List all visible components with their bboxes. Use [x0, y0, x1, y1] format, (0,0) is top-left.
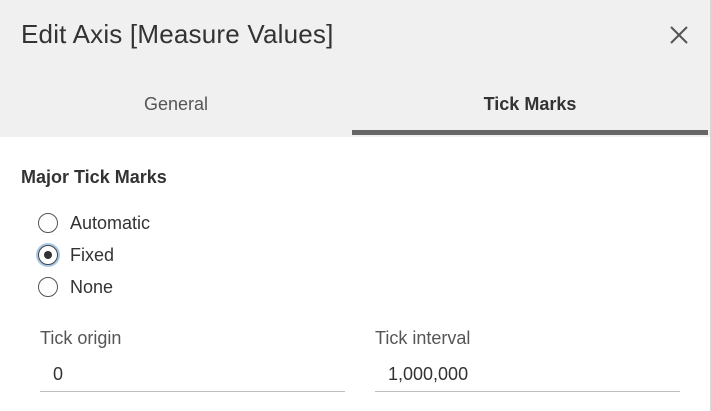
- radio-fixed[interactable]: Fixed: [38, 242, 114, 268]
- tick-interval-input[interactable]: [375, 358, 680, 392]
- tab-general-label: General: [143, 94, 209, 114]
- tab-general[interactable]: General: [0, 82, 352, 136]
- radio-automatic-circle[interactable]: [38, 213, 58, 233]
- dialog-header: Edit Axis [Measure Values] General Tick …: [0, 0, 710, 137]
- close-icon: [670, 26, 688, 44]
- tick-origin-input[interactable]: [40, 358, 345, 392]
- radio-fixed-label: Fixed: [70, 244, 115, 265]
- tick-origin-label: Tick origin: [40, 328, 122, 348]
- radio-none[interactable]: None: [38, 274, 113, 300]
- tab-tick-marks-label: Tick Marks: [483, 94, 577, 114]
- tab-tick-marks[interactable]: Tick Marks: [352, 82, 708, 136]
- tick-interval-label: Tick interval: [375, 328, 471, 348]
- radio-automatic-label: Automatic: [70, 212, 151, 233]
- edit-axis-dialog: Edit Axis [Measure Values] General Tick …: [0, 0, 711, 411]
- radio-none-label: None: [70, 276, 114, 297]
- active-tab-indicator: [352, 130, 708, 135]
- radio-automatic[interactable]: Automatic: [38, 210, 150, 236]
- close-button[interactable]: [666, 22, 692, 48]
- radio-none-circle[interactable]: [38, 277, 58, 297]
- dialog-title: Edit Axis [Measure Values]: [21, 19, 334, 49]
- radio-fixed-circle[interactable]: [38, 245, 58, 265]
- major-tick-marks-heading: Major Tick Marks: [21, 167, 167, 187]
